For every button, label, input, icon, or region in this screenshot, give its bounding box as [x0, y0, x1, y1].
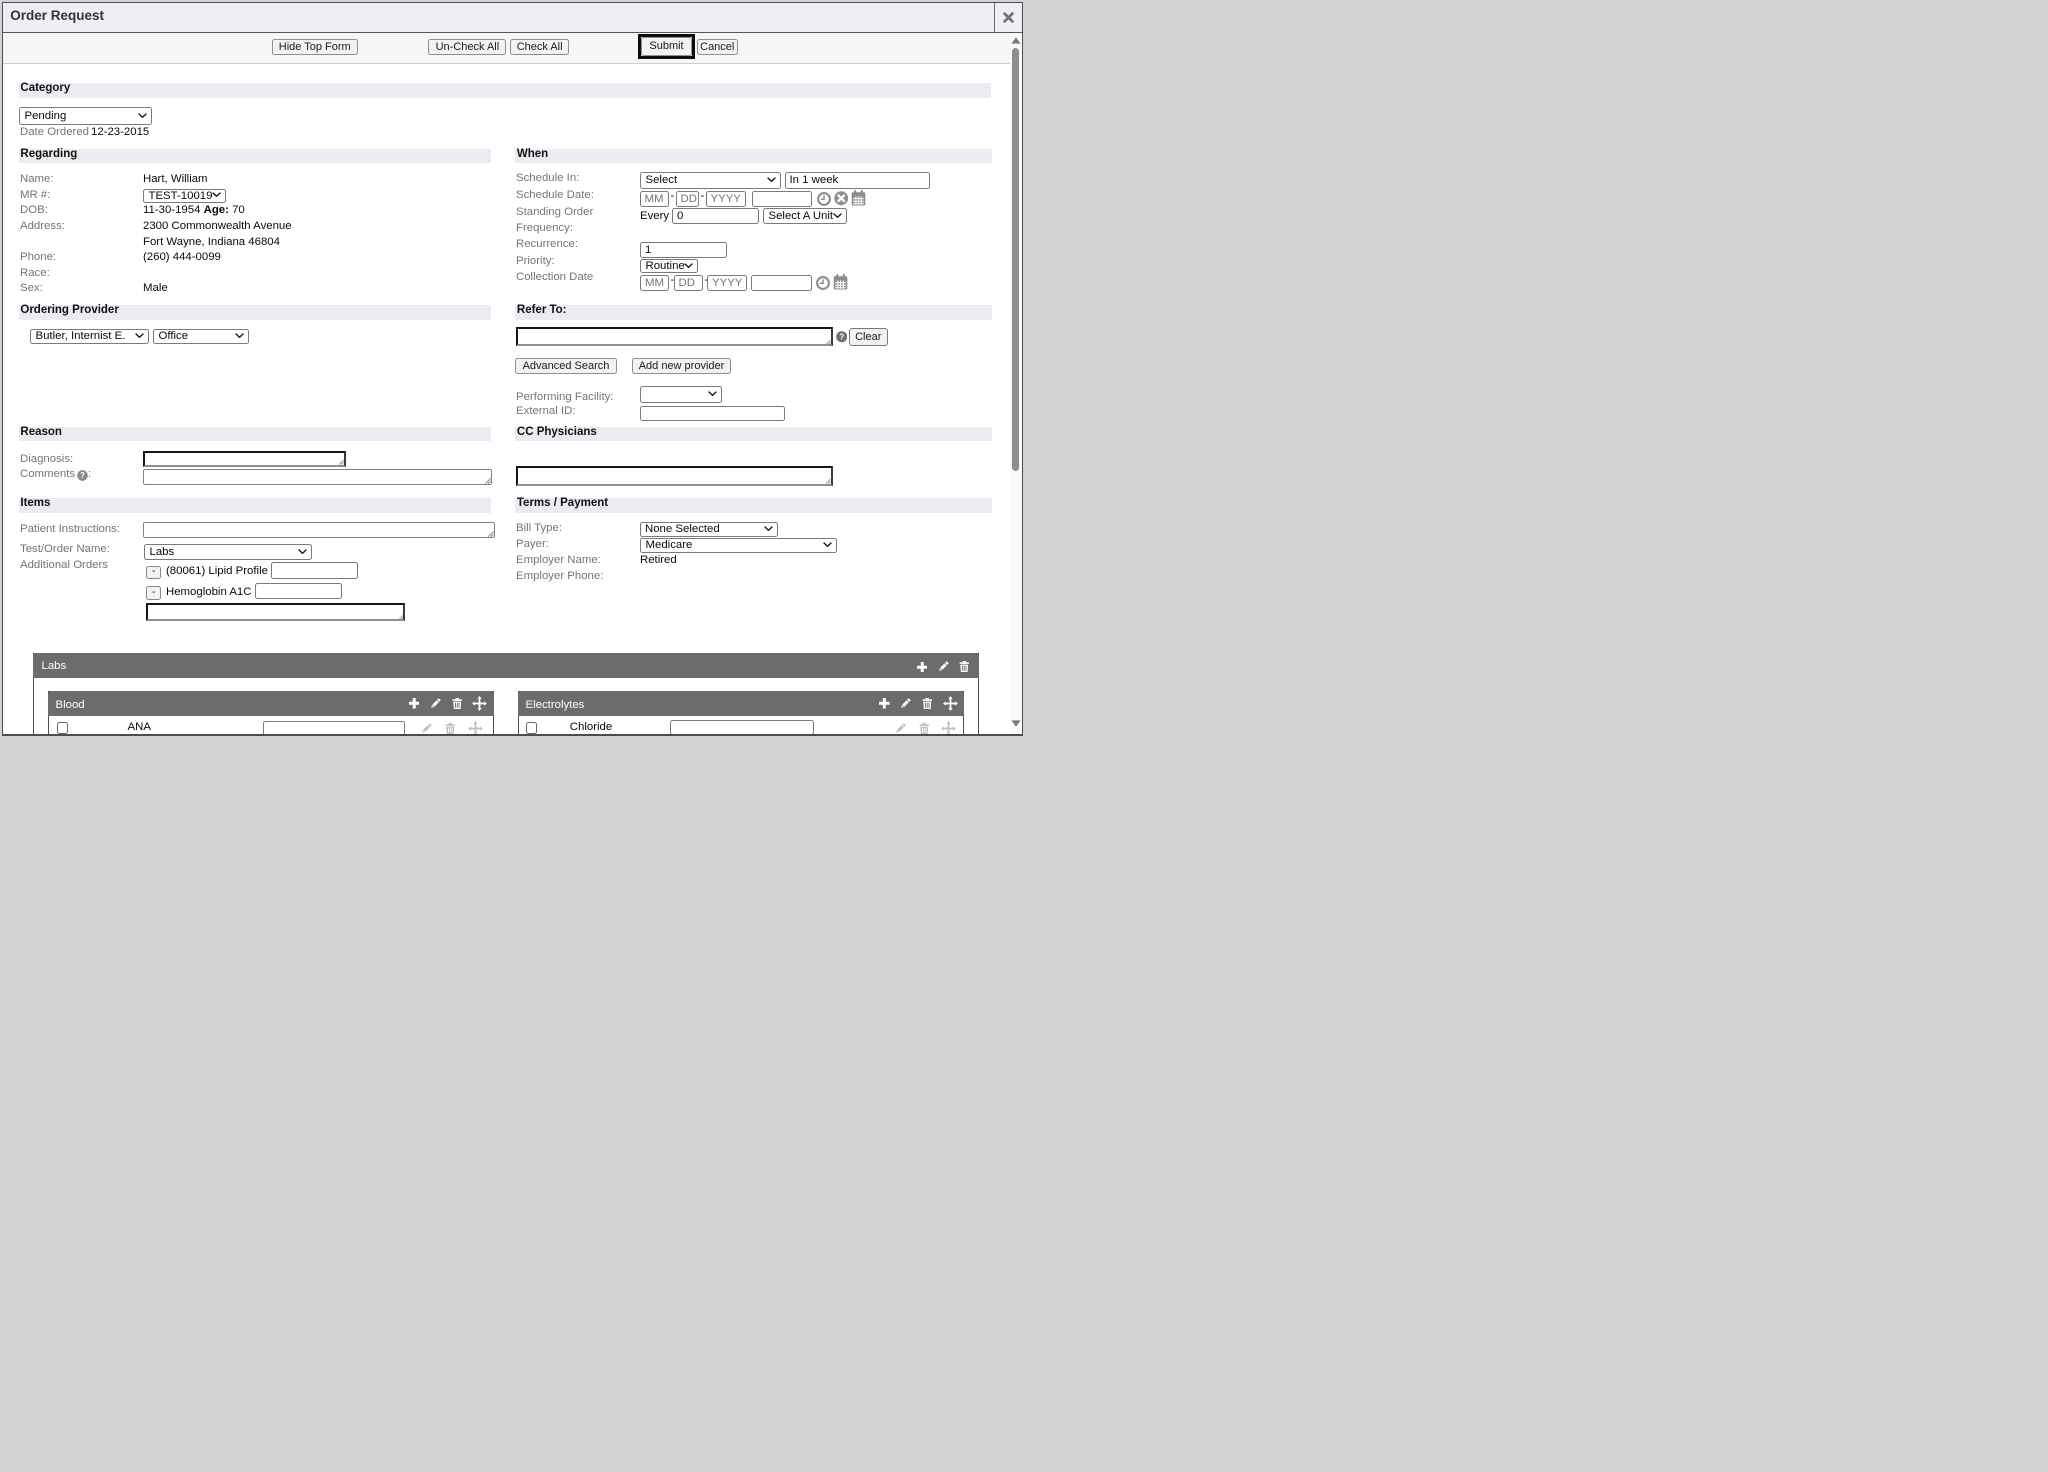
svg-text:?: ?: [80, 471, 85, 480]
svg-text:?: ?: [839, 333, 844, 342]
